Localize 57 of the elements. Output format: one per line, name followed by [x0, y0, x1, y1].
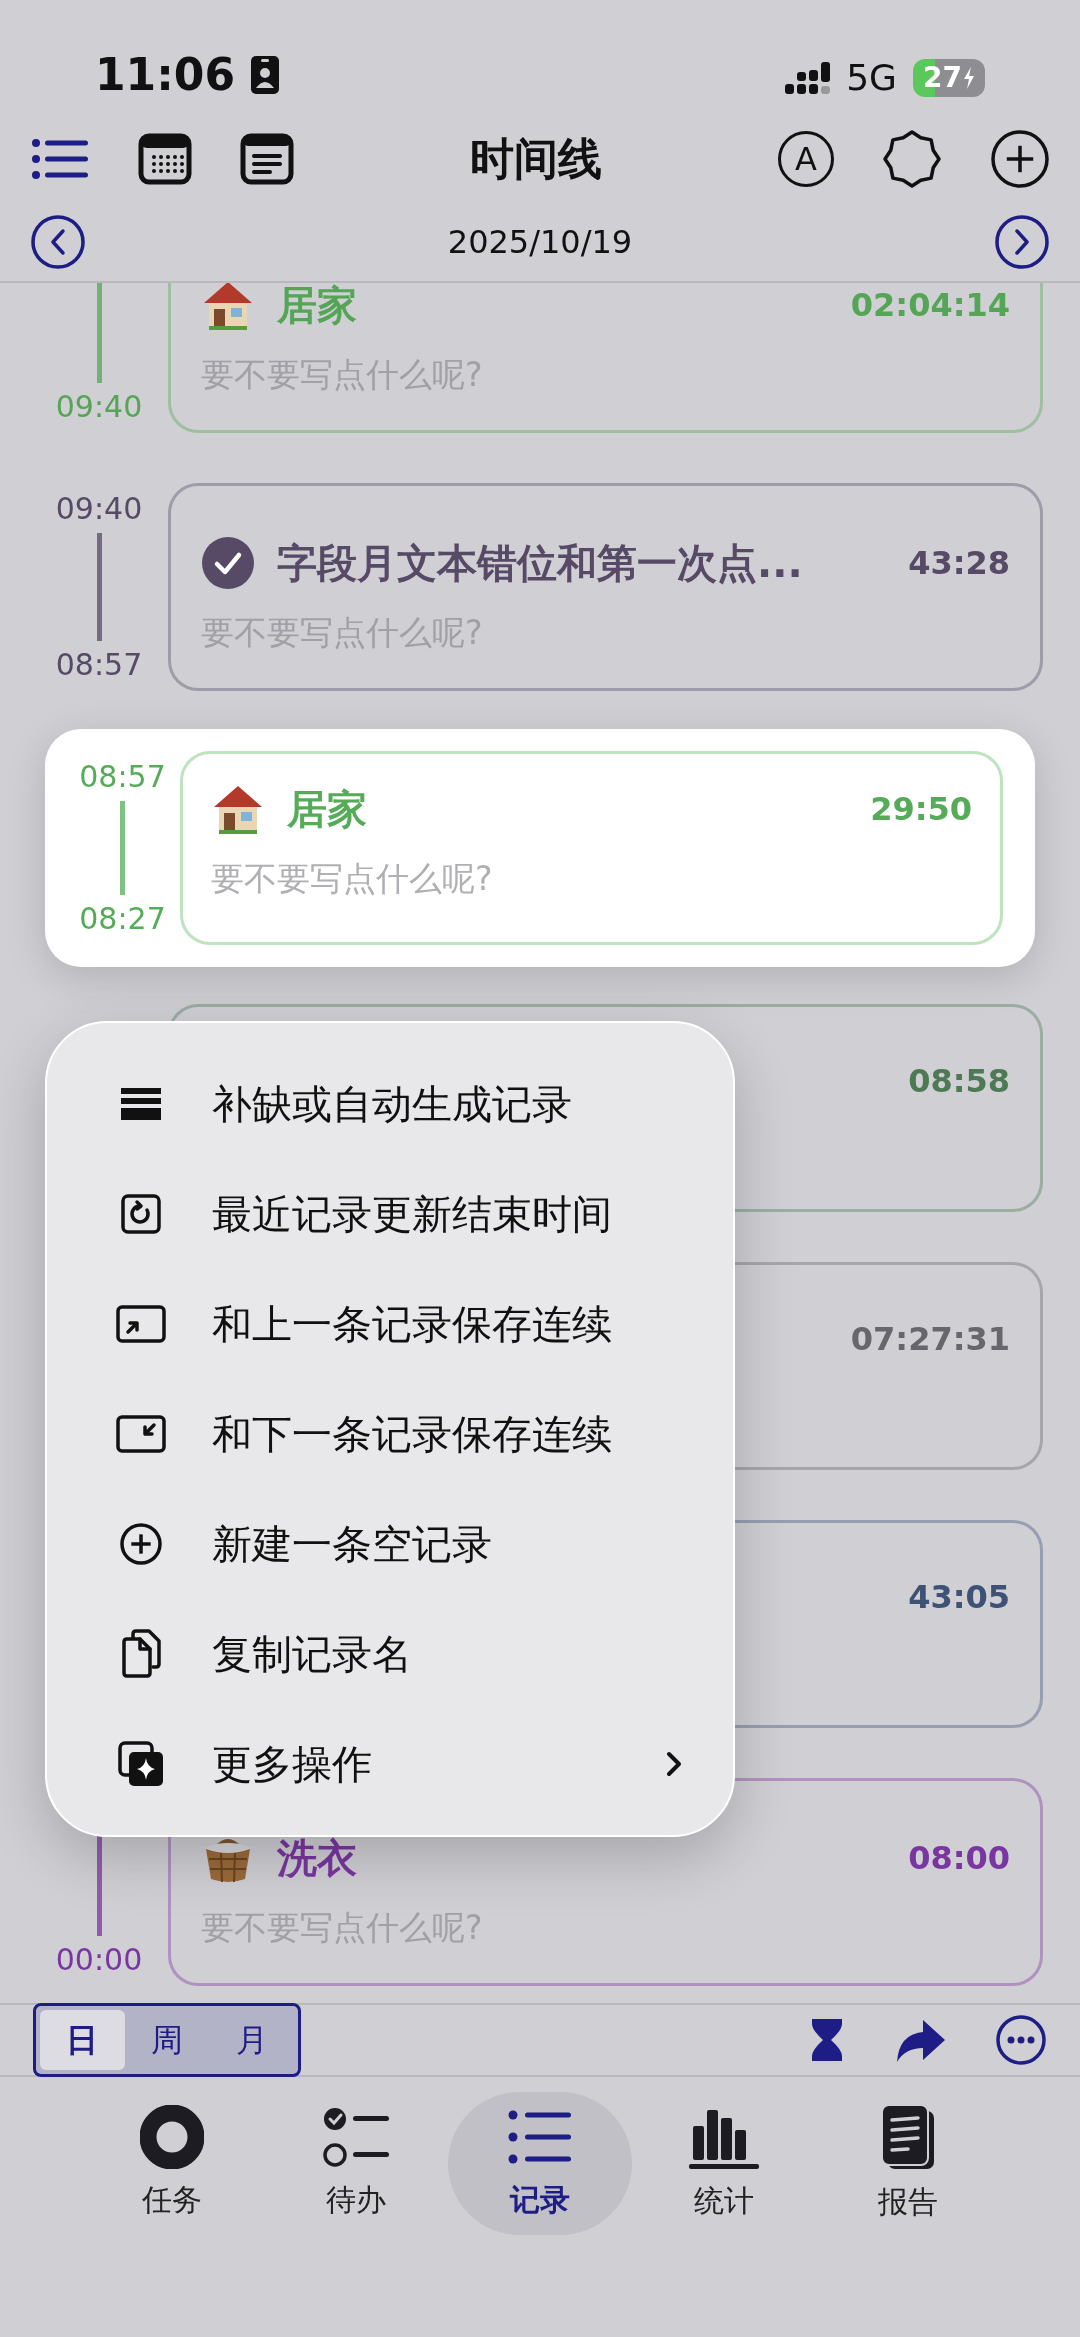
checkmark-icon [201, 536, 255, 590]
tab-bar-item[interactable]: 待办 [264, 2092, 448, 2235]
copy-icon [119, 1628, 163, 1680]
signal-icon [785, 62, 831, 94]
end-time: 00:00 [55, 1942, 143, 1978]
end-time: 09:40 [55, 389, 143, 425]
duration-label: 43:28 [908, 543, 1010, 584]
next-day-icon[interactable] [994, 214, 1050, 270]
previous-day-icon[interactable] [30, 214, 86, 270]
clock-time: 11:06 [95, 53, 236, 97]
duration-label: 08:00 [908, 1838, 1010, 1879]
start-time: 08:57 [79, 759, 166, 795]
network-label: 5G [846, 60, 897, 96]
badge-icon[interactable] [882, 129, 942, 189]
duration-label: 02:04:14 [850, 285, 1010, 326]
duration-label: 08:58 [908, 1061, 1010, 1102]
tab-bar-item[interactable]: 统计 [632, 2092, 816, 2235]
menu-item[interactable]: 复制记录名 [47, 1599, 733, 1709]
tab-bar-item[interactable]: 报告 [816, 2092, 1000, 2235]
menu-item[interactable]: 新建一条空记录 [47, 1489, 733, 1599]
range-tab[interactable]: 月 [209, 2010, 294, 2070]
add-icon[interactable] [119, 1522, 163, 1566]
bolt-icon [962, 67, 975, 89]
refresh-icon [119, 1192, 163, 1236]
date-label: 2025/10/19 [447, 222, 633, 263]
battery-indicator: 27 [913, 59, 985, 97]
start-time: 09:40 [55, 491, 143, 527]
tab-bar-item[interactable]: 记录 [448, 2092, 632, 2235]
note-placeholder: 要不要写点什么呢? [211, 858, 494, 900]
range-tab[interactable]: 日 [40, 2010, 125, 2070]
duration-label: 07:27:31 [850, 1319, 1010, 1360]
note-icon[interactable] [240, 133, 294, 185]
record-title: 居家 [287, 785, 368, 833]
auto-button[interactable]: A [778, 131, 834, 187]
menu-item[interactable]: 和下一条记录保存连续 [47, 1379, 733, 1489]
duration-label: 29:50 [870, 789, 972, 830]
add-icon[interactable] [990, 129, 1050, 189]
end-time: 08:27 [79, 901, 166, 937]
tab-bar-item[interactable]: 任务 [80, 2092, 264, 2235]
menu-item[interactable]: 和上一条记录保存连续 [47, 1269, 733, 1379]
checklist-icon [321, 2105, 391, 2169]
id-badge-icon [251, 56, 280, 94]
more-icon[interactable] [995, 2014, 1047, 2066]
duration-label: 43:05 [908, 1577, 1010, 1618]
chevron-right-icon [665, 1750, 683, 1778]
calendar-icon[interactable] [138, 133, 192, 185]
record-title: 字段月文本错位和第一次点... [277, 539, 804, 587]
end-time: 08:57 [55, 647, 143, 683]
record-title: 洗衣 [277, 1834, 358, 1882]
hourglass-icon[interactable] [809, 2016, 845, 2064]
record-title: 居家 [277, 283, 358, 329]
menu-item[interactable]: 最近记录更新结束时间 [47, 1159, 733, 1269]
screen-title: 时间线 [469, 132, 603, 186]
menu-item[interactable]: 补缺或自动生成记录 [47, 1049, 733, 1159]
sparkle-icon [117, 1740, 165, 1788]
range-tab[interactable]: 周 [124, 2010, 210, 2070]
ring-icon [140, 2105, 204, 2169]
